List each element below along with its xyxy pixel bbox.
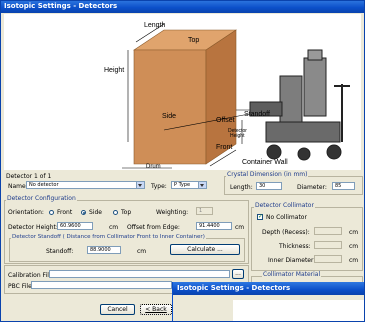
collimator-depth-unit: cm <box>349 229 359 236</box>
detector-height-unit: cm <box>109 224 119 231</box>
height-label: Height <box>104 67 124 74</box>
orientation-top-label: Top <box>121 209 132 216</box>
chevron-down-icon[interactable] <box>136 182 144 188</box>
cancel-button[interactable]: Cancel <box>100 304 135 315</box>
collimator-inner-diameter-unit: cm <box>349 257 359 264</box>
crystal-diameter-label: Diameter: <box>297 184 327 191</box>
detector-height-label: Detector Height <box>228 128 247 139</box>
crystal-dimension-legend: Crystal Dimension (in mm) <box>226 171 309 178</box>
calibration-file-label: Calibration File: <box>8 272 55 279</box>
orientation-side-label: Side <box>89 209 102 216</box>
pbc-file-input[interactable] <box>31 281 172 289</box>
collimator-depth-input[interactable] <box>314 227 342 235</box>
type-label: Type: <box>151 183 167 190</box>
detector-cart-icon <box>249 49 350 161</box>
length-label: Length <box>144 22 166 29</box>
orientation-side-radio[interactable] <box>81 210 86 215</box>
collimator-inner-diameter-input[interactable] <box>314 255 342 263</box>
standoff-field-label: Standoff: <box>46 248 74 255</box>
pbc-file-label: PBC File: <box>8 283 34 290</box>
name-label: Name: <box>8 183 28 190</box>
crystal-length-input[interactable]: 30 <box>256 182 282 190</box>
standoff-unit: cm <box>137 248 147 255</box>
top-label: Top <box>188 37 199 44</box>
standoff-input[interactable]: 88.9000 <box>87 246 121 254</box>
detector-type-dropdown[interactable]: P Type <box>171 181 207 189</box>
collimator-inner-diameter-label: Inner Diameter: <box>268 257 316 264</box>
detector-name-dropdown[interactable]: No detector <box>26 181 145 189</box>
side-label: Side <box>162 113 176 120</box>
geometry-diagram: Length Top Height Side Offset Standoff F… <box>104 22 350 170</box>
container-wall-label: Container Wall <box>242 159 288 166</box>
overlay-window-titlebar[interactable]: Isotopic Settings - Detectors <box>173 282 365 295</box>
dialog-titlebar: Isotopic Settings - Detectors <box>0 0 365 13</box>
detector-geometry-illustration: Length Top Height Side Offset Standoff F… <box>4 14 361 170</box>
orientation-front-radio[interactable] <box>49 210 54 215</box>
crystal-diameter-input[interactable]: 85 <box>332 182 355 190</box>
collimator-material-legend: Collimator Material <box>262 271 322 278</box>
collimator-thickness-input[interactable] <box>314 241 342 249</box>
detector-type-value: P Type <box>174 182 191 188</box>
box-side-face <box>133 49 207 165</box>
offset-label: Offset <box>216 117 235 124</box>
calibration-browse-button[interactable]: ... <box>232 269 244 279</box>
collimator-thickness-label: Thickness: <box>279 243 311 250</box>
standoff-label: Standoff <box>244 111 270 118</box>
orientation-top-radio[interactable] <box>113 210 118 215</box>
orientation-label: Orientation: <box>8 209 44 216</box>
detector-height-field-label: Detector Height: <box>8 224 58 231</box>
detector-standoff-legend: Detector Standoff ( Distance from Collim… <box>11 234 206 240</box>
no-collimator-label: No Collimator <box>266 214 307 221</box>
drum-label: Drum <box>146 164 161 170</box>
offset-from-edge-label: Offset from Edge: <box>127 224 180 231</box>
offset-unit: cm <box>235 224 245 231</box>
calculate-button[interactable]: Calculate ... <box>170 244 240 255</box>
detector-configuration-legend: Detector Configuration <box>6 195 77 202</box>
crystal-length-label: Length: <box>230 184 253 191</box>
orientation-front-label: Front <box>57 209 73 216</box>
no-collimator-checkbox[interactable] <box>257 213 263 221</box>
front-label: Front <box>216 144 232 151</box>
detector-height-input[interactable]: 60.9600 <box>57 222 93 230</box>
back-button[interactable]: < Back <box>140 304 172 315</box>
weighting-input[interactable]: 1 <box>196 207 213 215</box>
chevron-down-icon[interactable] <box>198 182 206 188</box>
weighting-label: Weighting: <box>156 209 189 216</box>
detector-collimator-legend: Detector Collimator <box>254 202 315 209</box>
overlay-window-content <box>233 300 365 322</box>
overlay-detectors-window[interactable]: Isotopic Settings - Detectors <box>172 282 365 322</box>
calibration-file-input[interactable] <box>49 270 230 278</box>
collimator-thickness-unit: cm <box>349 243 359 250</box>
detectors-dialog: Isotopic Settings - Detectors Length Top… <box>0 0 365 322</box>
collimator-depth-label: Depth (Recess): <box>262 229 310 236</box>
detector-name-value: No detector <box>29 182 59 188</box>
offset-from-edge-input[interactable]: 91.4400 <box>196 222 232 230</box>
detector-counter: Detector 1 of 1 <box>6 173 52 180</box>
